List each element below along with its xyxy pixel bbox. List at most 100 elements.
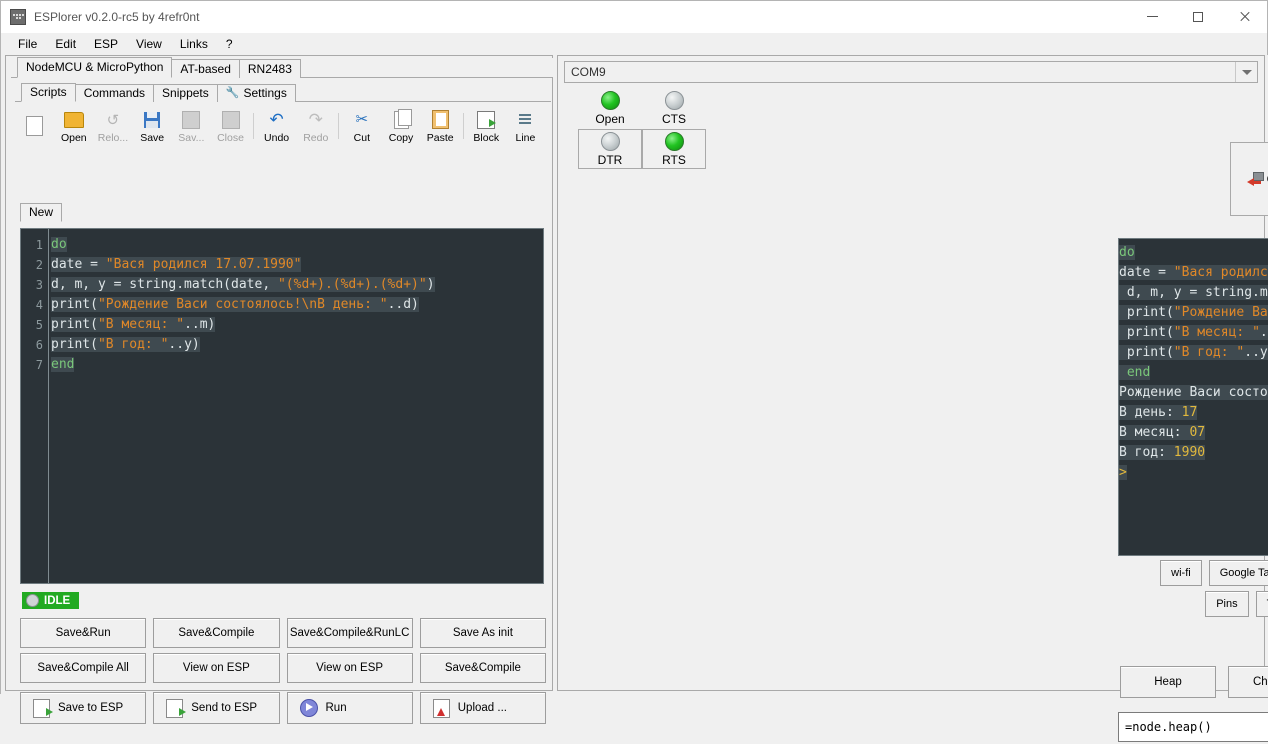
cut-button[interactable]: ✂ Cut [342, 105, 381, 147]
paste-button[interactable]: Paste [421, 105, 460, 147]
copy-icon [393, 108, 412, 131]
send-to-esp-button[interactable]: Send to ESP [153, 692, 280, 724]
save-to-esp-button[interactable]: Save to ESP [20, 692, 147, 724]
send-block-button[interactable]: Block [467, 105, 506, 147]
copy-button[interactable]: Copy [381, 105, 420, 147]
minimize-button[interactable] [1129, 1, 1175, 32]
code-editor[interactable]: 1 2 3 4 5 6 7 do date = "Вася родился 17.… [20, 228, 544, 584]
terminal-text: do date = "Вася родился 17.07.1990" d, m,… [1119, 239, 1268, 483]
command-input[interactable]: =node.heap() [1118, 712, 1268, 742]
tab-new-file[interactable]: New [20, 203, 63, 222]
menu-edit[interactable]: Edit [46, 35, 85, 53]
menu-file[interactable]: File [9, 35, 46, 53]
chevron-down-icon[interactable] [1235, 62, 1257, 82]
undo-button[interactable]: ↶ Undo [257, 105, 296, 147]
maximize-button[interactable] [1175, 1, 1221, 32]
action-button-grid: Save&Run Save&Compile Save&Compile&RunLC… [20, 618, 546, 729]
tab-snippets[interactable]: Snippets [153, 84, 218, 102]
view-on-esp-button-2[interactable]: View on ESP [286, 653, 413, 683]
folder-open-icon [63, 109, 84, 131]
save-button[interactable]: Save [133, 105, 172, 147]
cut-label: Cut [353, 131, 370, 144]
menu-help[interactable]: ? [217, 35, 242, 53]
save-compile-runlc-button[interactable]: Save&Compile&RunLC [286, 618, 413, 648]
editor-sub-tabs: Scripts Commands Snippets 🔧 Settings [15, 82, 551, 102]
save-and-run-button[interactable]: Save&Run [20, 618, 147, 648]
menu-bar: File Edit ESP View Links ? [1, 33, 1267, 56]
heap-button[interactable]: Heap [1120, 666, 1216, 698]
send-block-icon [477, 109, 497, 131]
send-line-button[interactable]: Line [506, 105, 545, 147]
code-line: В день: 17 [1119, 405, 1198, 420]
menu-view[interactable]: View [127, 35, 171, 53]
save-and-compile-button[interactable]: Save&Compile [153, 618, 280, 648]
toolbar-separator [253, 113, 254, 139]
rts-led-icon [664, 131, 684, 151]
menu-links[interactable]: Links [171, 35, 217, 53]
code-line: print("Рождение Васи состоялось!\nВ день… [1119, 303, 1268, 323]
run-icon [299, 699, 318, 717]
command-input-value[interactable]: =node.heap() [1119, 720, 1268, 734]
reload-button[interactable]: ↺ Relo... [93, 105, 132, 147]
upload-button[interactable]: Upload ... [419, 692, 546, 724]
open-led-icon [600, 90, 620, 110]
esplorer-window: ESPlorer v0.2.0-rc5 by 4refr0nt File Edi… [0, 0, 1268, 742]
tab-settings[interactable]: 🔧 Settings [216, 84, 296, 102]
terminal-output[interactable]: do date = "Вася родился 17.07.1990" d, m,… [1118, 238, 1268, 556]
chip-info-button[interactable]: Chip Info [1228, 666, 1268, 698]
snippet-button[interactable]: Tik Tak [1255, 591, 1268, 617]
snippet-button[interactable]: wi-fi [1160, 560, 1202, 586]
close-file-icon [221, 109, 240, 131]
com-port-value: COM9 [571, 65, 606, 79]
window-controls [1129, 1, 1267, 32]
new-file-button[interactable] [15, 105, 54, 147]
save-compile-button-2[interactable]: Save&Compile [419, 653, 546, 683]
tab-commands[interactable]: Commands [74, 84, 155, 102]
open-label: Open [60, 131, 87, 144]
save-label: Save [140, 131, 165, 144]
menu-esp[interactable]: ESP [85, 35, 127, 53]
close-connection-button[interactable]: Close [1230, 142, 1268, 216]
redo-label: Redo [303, 131, 329, 144]
upload-icon [432, 698, 450, 718]
snippet-button[interactable]: Google Talk [1208, 560, 1268, 586]
line-number-gutter: 1 2 3 4 5 6 7 [21, 229, 49, 583]
close-button[interactable] [1221, 1, 1267, 32]
run-button[interactable]: Run [286, 692, 413, 724]
send-to-esp-label: Send to ESP [191, 702, 258, 714]
save-as-button[interactable]: Sav... [172, 105, 211, 147]
connection-controls: Open CTS DTR RTS [564, 86, 1258, 169]
tab-scripts[interactable]: Scripts [21, 83, 76, 102]
code-text[interactable]: do date = "Вася родился 17.07.1990" d, m, … [51, 235, 543, 583]
led-open[interactable]: Open [578, 88, 642, 128]
tab-nodemcu-micropython[interactable]: NodeMCU & MicroPython [17, 57, 173, 78]
reload-icon: ↺ [106, 111, 120, 129]
status-label: IDLE [44, 594, 71, 607]
redo-button[interactable]: ↷ Redo [296, 105, 335, 147]
view-on-esp-button-1[interactable]: View on ESP [153, 653, 280, 683]
line-number: 4 [35, 298, 43, 312]
tab-rn2483[interactable]: RN2483 [238, 59, 301, 78]
line-number: 7 [35, 358, 43, 372]
code-line: do [1119, 245, 1135, 260]
code-line: > [1119, 465, 1127, 480]
save-as-icon [182, 109, 201, 131]
led-rts[interactable]: RTS [642, 129, 706, 169]
action-row-2: Save&Compile All View on ESP View on ESP… [20, 653, 546, 683]
close-file-button[interactable]: Close [211, 105, 250, 147]
save-as-init-button[interactable]: Save As init [419, 618, 546, 648]
led-cts[interactable]: CTS [642, 88, 706, 128]
editor-toolbar: Open ↺ Relo... Save Sav... Close ↶ Undo … [15, 104, 545, 148]
new-file-icon [26, 115, 44, 137]
com-port-select[interactable]: COM9 [564, 61, 1258, 83]
led-dtr[interactable]: DTR [578, 129, 642, 169]
action-row-3: Save to ESP Send to ESP Run Upload ... [20, 692, 546, 724]
tab-at-based[interactable]: AT-based [171, 59, 240, 78]
open-button[interactable]: Open [54, 105, 93, 147]
snippet-button[interactable]: Pins [1205, 591, 1249, 617]
dtr-led-icon [600, 131, 620, 151]
code-line: d, m, y = string.match(date, "(%d+).(%d+… [1119, 283, 1268, 303]
code-line: В месяц: 07 [1119, 425, 1206, 440]
save-compile-all-button[interactable]: Save&Compile All [20, 653, 147, 683]
undo-label: Undo [264, 131, 290, 144]
